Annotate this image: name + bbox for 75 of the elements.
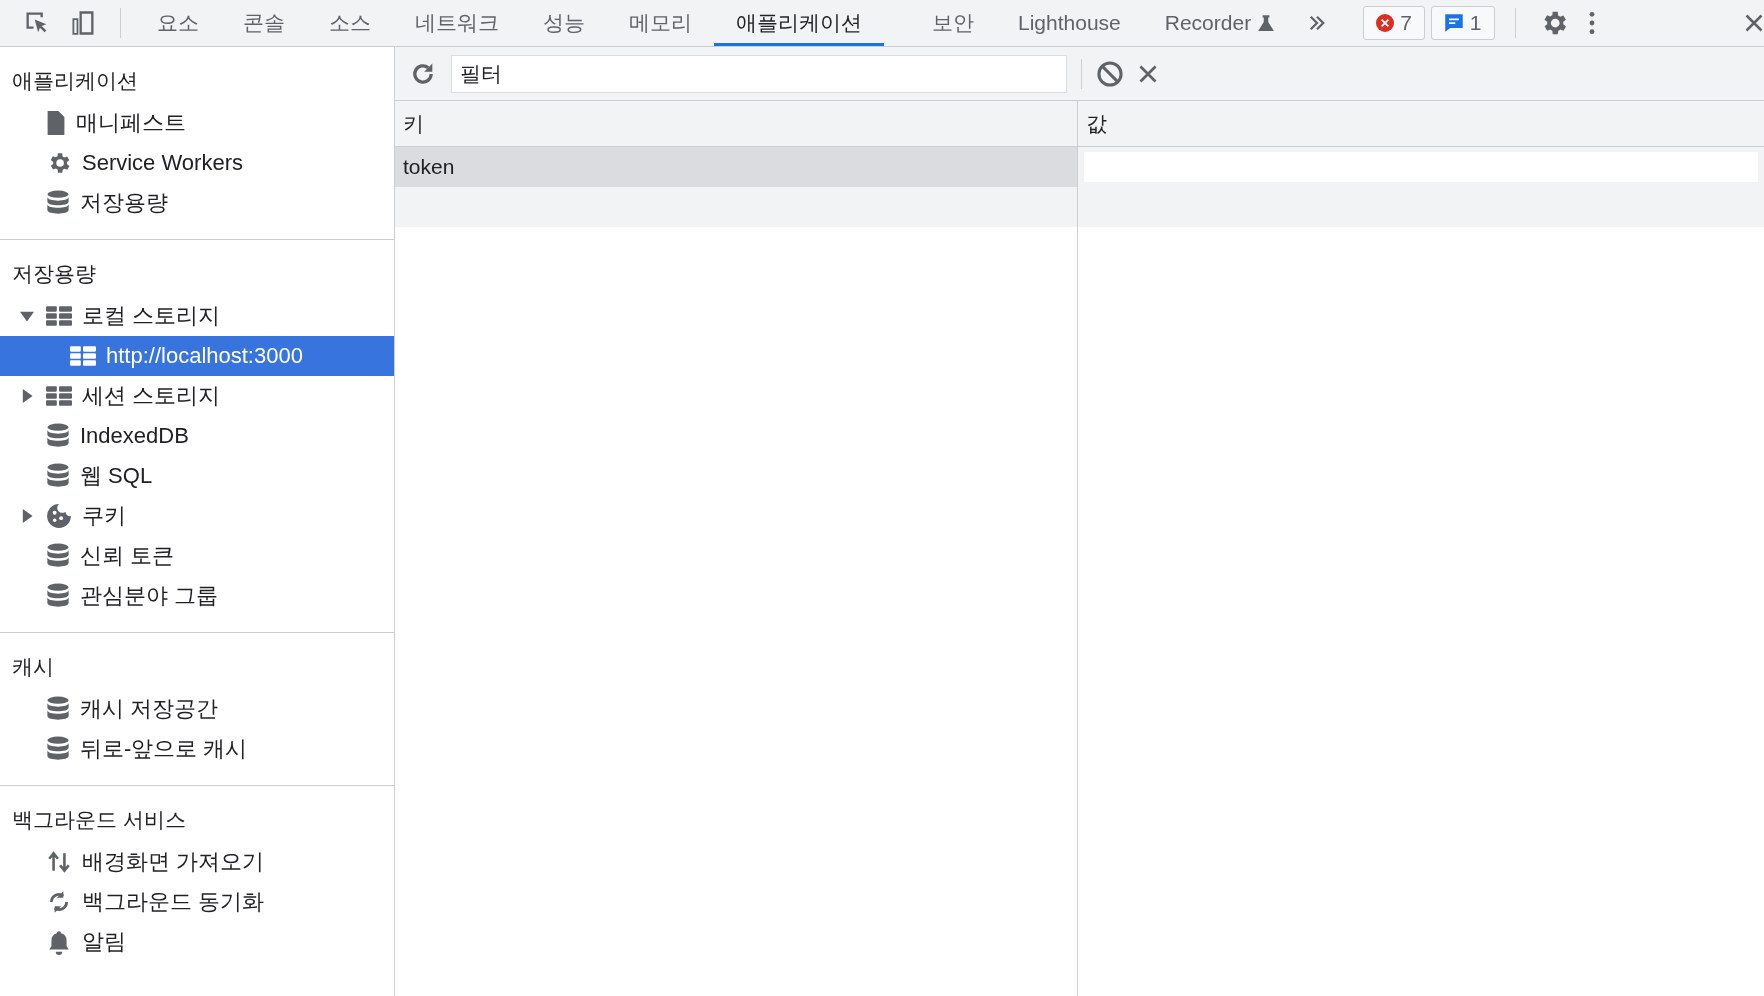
item-label: 뒤로-앞으로 캐시 [80, 735, 248, 763]
table-icon [46, 386, 72, 406]
up-down-arrows-icon [46, 849, 72, 875]
error-icon [1376, 14, 1395, 32]
table-icon [46, 306, 72, 326]
sidebar-item[interactable]: 쿠키 [0, 496, 394, 536]
expanded-arrow-icon[interactable] [20, 309, 34, 323]
item-label: IndexedDB [80, 423, 189, 449]
sidebar-item[interactable]: 백그라운드 동기화 [0, 882, 394, 922]
sidebar-item[interactable]: 뒤로-앞으로 캐시 [0, 729, 394, 769]
panel-tab[interactable]: 보안 [910, 0, 996, 46]
panel-tab[interactable]: 소스 [307, 0, 393, 46]
sidebar-item[interactable]: IndexedDB [0, 416, 394, 456]
sidebar-item[interactable]: 저장용량 [0, 183, 394, 223]
panel-tab[interactable]: 메모리 [607, 0, 714, 46]
message-icon [1443, 13, 1464, 33]
table-row[interactable]: token [395, 147, 1764, 187]
panel-tab[interactable]: 콘솔 [221, 0, 307, 46]
panel-tab[interactable]: 성능 [521, 0, 607, 46]
item-label: 저장용량 [80, 189, 168, 217]
database-icon [46, 463, 70, 489]
database-icon [46, 543, 70, 569]
database-icon [46, 583, 70, 609]
file-icon [46, 111, 66, 135]
database-icon [46, 423, 70, 449]
sidebar-item[interactable]: 로컬 스토리지 [0, 296, 394, 336]
flask-icon [1257, 13, 1276, 33]
item-label: 배경화면 가져오기 [82, 848, 265, 876]
issue-counter-button[interactable]: 1 [1430, 6, 1495, 40]
item-label: 캐시 저장공간 [80, 695, 219, 723]
item-label: 신뢰 토큰 [80, 542, 175, 570]
sidebar-item[interactable]: 알림 [0, 922, 394, 962]
item-label: 관심분야 그룹 [80, 582, 219, 610]
collapsed-arrow-icon[interactable] [20, 389, 34, 403]
key-cell: token [403, 155, 455, 179]
cookie-icon [46, 503, 72, 529]
sidebar-item[interactable]: 매니페스트 [0, 103, 394, 143]
section-heading: 캐시 [11, 654, 55, 680]
database-icon [46, 190, 70, 216]
item-label: 쿠키 [82, 502, 126, 530]
delete-selected-icon[interactable] [1138, 63, 1158, 84]
database-icon [46, 696, 70, 722]
sidebar-item[interactable]: http://localhost:3000 [0, 336, 394, 376]
sidebar-item[interactable]: 캐시 저장공간 [0, 689, 394, 729]
sidebar-item[interactable]: Service Workers [0, 143, 394, 183]
item-label: 웹 SQL [80, 462, 153, 490]
item-label: 로컬 스토리지 [82, 302, 221, 330]
clear-all-icon[interactable] [1096, 59, 1124, 88]
table-icon [70, 346, 96, 366]
item-label: 매니페스트 [76, 109, 186, 137]
issue-counter-button[interactable]: 7 [1363, 6, 1425, 40]
column-header[interactable]: 값 [1078, 101, 1764, 146]
database-icon [46, 736, 70, 762]
item-label: 알림 [82, 928, 126, 956]
collapsed-arrow-icon[interactable] [20, 509, 34, 523]
item-label: Service Workers [82, 150, 243, 176]
item-label: 세션 스토리지 [82, 382, 221, 410]
sidebar-item[interactable]: 배경화면 가져오기 [0, 842, 394, 882]
section-heading: 백그라운드 서비스 [11, 807, 187, 833]
item-label: http://localhost:3000 [106, 343, 303, 369]
section-heading: 저장용량 [11, 261, 97, 287]
filter-field[interactable]: 필터 [451, 54, 1067, 93]
bell-icon [46, 929, 72, 955]
sidebar-item[interactable]: 신뢰 토큰 [0, 536, 394, 576]
item-label: 백그라운드 동기화 [82, 888, 265, 916]
sidebar-item[interactable]: 관심분야 그룹 [0, 576, 394, 616]
section-heading: 애플리케이션 [11, 68, 139, 94]
panel-tab[interactable]: Lighthouse [996, 0, 1143, 46]
sidebar-item[interactable]: 세션 스토리지 [0, 376, 394, 416]
panel-tab[interactable]: Recorder [1142, 0, 1298, 46]
sidebar-item[interactable]: 웹 SQL [0, 456, 394, 496]
panel-tab[interactable]: 네트워크 [393, 0, 521, 46]
panel-tab[interactable]: 요소 [135, 0, 221, 46]
column-header[interactable]: 키 [395, 101, 1078, 146]
close-icon[interactable] [1744, 13, 1764, 33]
